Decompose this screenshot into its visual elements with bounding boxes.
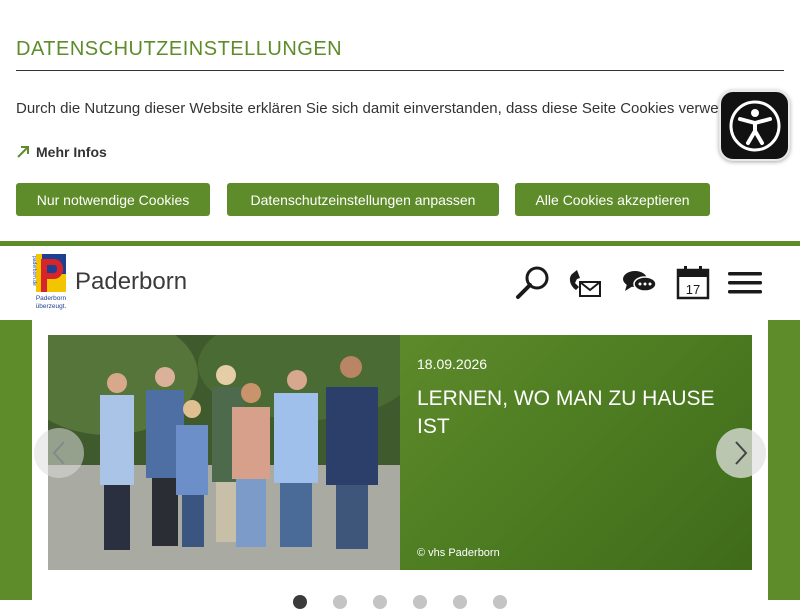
arrow-up-right-icon xyxy=(17,146,29,158)
slider-dot[interactable] xyxy=(333,595,347,609)
cookie-banner-title: DATENSCHUTZEINSTELLUNGEN xyxy=(16,38,343,60)
cookie-banner-text: Durch die Nutzung dieser Website erkläre… xyxy=(16,100,722,117)
slider-prev-button[interactable] xyxy=(34,428,84,478)
cookie-banner: DATENSCHUTZEINSTELLUNGEN Durch die Nutzu… xyxy=(0,0,800,241)
slider-next-button[interactable] xyxy=(716,428,766,478)
phone-mail-icon[interactable] xyxy=(566,264,604,302)
accessibility-button[interactable] xyxy=(719,90,790,161)
necessary-cookies-button[interactable]: Nur notwendige Cookies xyxy=(16,183,210,216)
more-info-label: Mehr Infos xyxy=(36,144,107,160)
slide-photo[interactable] xyxy=(48,335,400,570)
svg-text:überzeugt.: überzeugt. xyxy=(36,303,67,310)
slider-dot[interactable] xyxy=(493,595,507,609)
slider-dot[interactable] xyxy=(453,595,467,609)
slide-caption[interactable]: 18.09.2026 LERNEN, WO MAN ZU HAUSE IST ©… xyxy=(400,335,752,570)
accept-all-cookies-button[interactable]: Alle Cookies akzeptieren xyxy=(515,183,710,216)
slider-dot[interactable] xyxy=(373,595,387,609)
menu-icon[interactable] xyxy=(726,264,764,302)
svg-text:paderborn.de: paderborn.de xyxy=(32,256,37,286)
search-icon[interactable] xyxy=(514,264,552,302)
accessibility-person-icon xyxy=(729,100,780,151)
slider-pagination xyxy=(293,595,507,609)
paderborn-logo[interactable]: paderborn.de Paderborn überzeugt. xyxy=(32,254,70,312)
slide-credit: © vhs Paderborn xyxy=(417,547,500,559)
calendar-icon[interactable]: 17 xyxy=(674,264,712,302)
slider-dot[interactable] xyxy=(293,595,307,609)
chat-icon[interactable] xyxy=(620,264,658,302)
svg-text:Paderborn: Paderborn xyxy=(36,295,67,302)
customize-privacy-button[interactable]: Datenschutzeinstellungen anpassen xyxy=(227,183,499,216)
slide-title[interactable]: LERNEN, WO MAN ZU HAUSE IST xyxy=(417,385,727,441)
divider xyxy=(16,70,784,71)
chevron-right-icon xyxy=(735,441,748,465)
slider-dot[interactable] xyxy=(413,595,427,609)
slide-date: 18.09.2026 xyxy=(417,356,488,372)
site-header: paderborn.de Paderborn überzeugt. Paderb… xyxy=(0,246,800,320)
chevron-left-icon xyxy=(52,441,65,465)
site-name[interactable]: Paderborn xyxy=(75,268,187,296)
more-info-link[interactable]: Mehr Infos xyxy=(16,144,107,160)
calendar-day: 17 xyxy=(686,282,700,297)
